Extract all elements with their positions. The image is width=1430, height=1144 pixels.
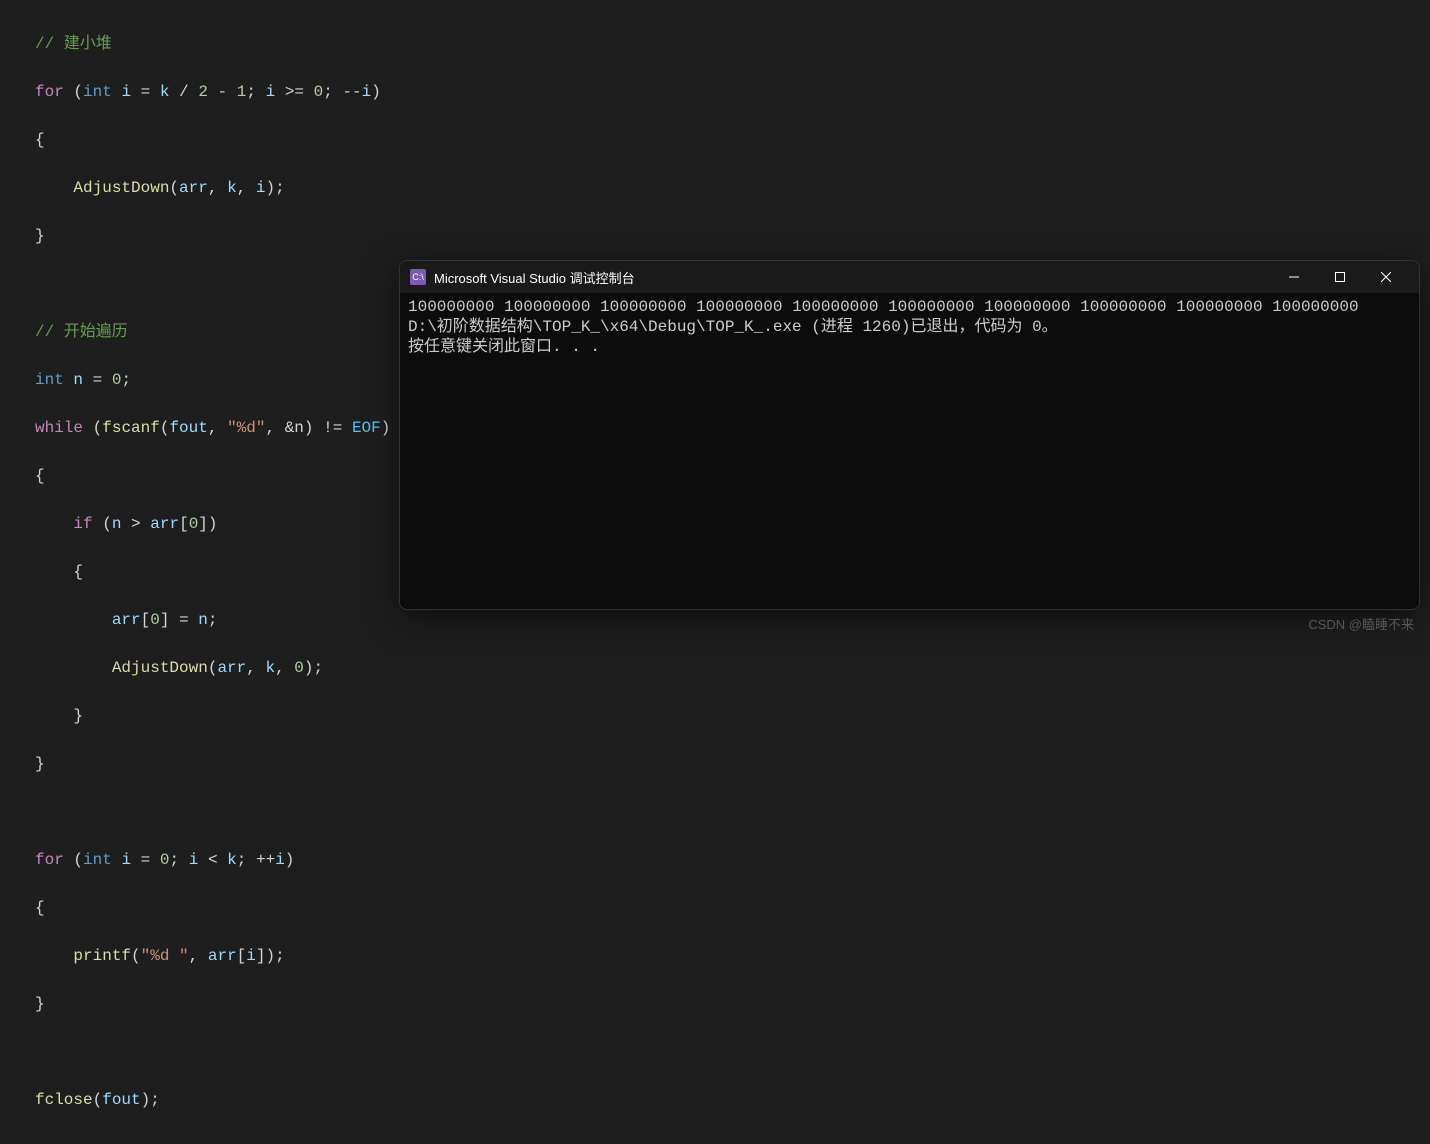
minimize-icon xyxy=(1289,272,1299,282)
debug-console-window: C:\ Microsoft Visual Studio 调试控制台 100000… xyxy=(399,260,1420,610)
window-controls xyxy=(1271,261,1409,293)
watermark: CSDN @瞌睡不来 xyxy=(1308,614,1414,633)
code-line: } xyxy=(35,992,1430,1016)
maximize-icon xyxy=(1335,272,1345,282)
code-line: } xyxy=(35,704,1430,728)
console-line: 100000000 100000000 100000000 100000000 … xyxy=(408,297,1411,317)
maximize-button[interactable] xyxy=(1317,261,1363,293)
code-line: arr[0] = n; xyxy=(35,608,1430,632)
console-output[interactable]: 100000000 100000000 100000000 100000000 … xyxy=(400,293,1419,361)
close-button[interactable] xyxy=(1363,261,1409,293)
code-line: for (int i = 0; i < k; ++i) xyxy=(35,848,1430,872)
code-line: { xyxy=(35,128,1430,152)
code-line xyxy=(35,1040,1430,1064)
minimize-button[interactable] xyxy=(1271,261,1317,293)
comment: // 建小堆 xyxy=(35,35,112,53)
code-line: // 建小堆 xyxy=(35,32,1430,56)
code-line xyxy=(35,800,1430,824)
comment: // 开始遍历 xyxy=(35,323,128,341)
code-line: } xyxy=(35,752,1430,776)
console-title: Microsoft Visual Studio 调试控制台 xyxy=(434,268,1271,287)
close-icon xyxy=(1381,272,1391,282)
console-line: 按任意键关闭此窗口. . . xyxy=(408,337,1411,357)
code-line: for (int i = k / 2 - 1; i >= 0; --i) xyxy=(35,80,1430,104)
code-line: fclose(fout); xyxy=(35,1088,1430,1112)
console-app-icon: C:\ xyxy=(410,269,426,285)
code-line: AdjustDown(arr, k, 0); xyxy=(35,656,1430,680)
console-line: D:\初阶数据结构\TOP_K_\x64\Debug\TOP_K_.exe (进… xyxy=(408,317,1411,337)
code-line: { xyxy=(35,896,1430,920)
code-line: } xyxy=(35,224,1430,248)
code-line: printf("%d ", arr[i]); xyxy=(35,944,1430,968)
console-titlebar[interactable]: C:\ Microsoft Visual Studio 调试控制台 xyxy=(400,261,1419,293)
code-line: AdjustDown(arr, k, i); xyxy=(35,176,1430,200)
